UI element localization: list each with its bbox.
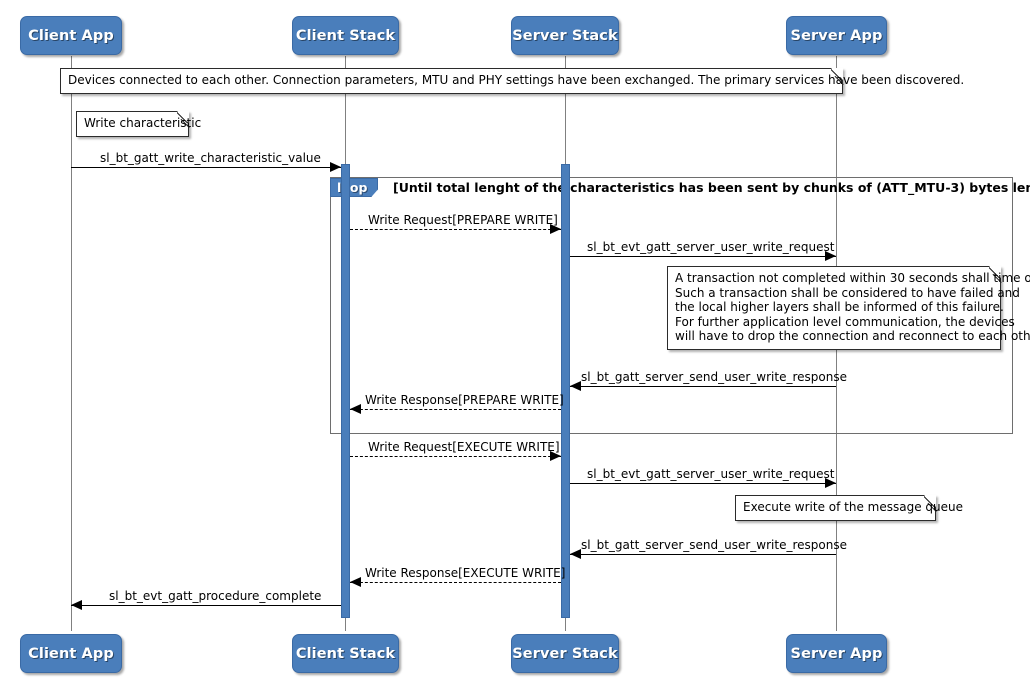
- activation-client-stack: [341, 164, 350, 618]
- message-label: sl_bt_gatt_server_send_user_write_respon…: [581, 538, 847, 552]
- message-line: [350, 456, 561, 457]
- participant-label: Server Stack: [512, 27, 618, 44]
- message-line: [350, 409, 561, 410]
- activation-server-stack: [561, 164, 570, 618]
- note-line: For further application level communicat…: [675, 314, 1015, 329]
- arrowhead-left-icon: [570, 549, 581, 559]
- loop-frame-label: loop: [330, 178, 378, 197]
- participant-label: Client Stack: [295, 27, 396, 44]
- message-label: sl_bt_evt_gatt_server_user_write_request: [587, 240, 835, 254]
- participant-footer-client-stack[interactable]: Client Stack: [292, 634, 399, 673]
- message-line: [350, 229, 561, 230]
- arrowhead-left-icon: [350, 577, 361, 587]
- arrowhead-left-icon: [71, 600, 82, 610]
- note-write-characteristic: Write characteristic: [76, 111, 202, 137]
- note-devices-connected: Devices connected to each other. Connect…: [60, 68, 965, 94]
- message-label: sl_bt_evt_gatt_procedure_complete: [109, 589, 322, 603]
- message-label: sl_bt_evt_gatt_server_user_write_request: [587, 467, 835, 481]
- note-line: Devices connected to each other. Connect…: [68, 73, 965, 87]
- participant-header-server-stack[interactable]: Server Stack: [511, 16, 619, 55]
- participant-label: Client App: [28, 645, 114, 662]
- message-label: sl_bt_gatt_write_characteristic_value: [100, 151, 321, 165]
- message-line: [570, 483, 836, 484]
- message-label: Write Response[PREPARE WRITE]: [365, 393, 564, 407]
- message-label: Write Request[EXECUTE WRITE]: [368, 440, 560, 454]
- participant-label: Server App: [790, 645, 883, 662]
- message-line: [570, 386, 836, 387]
- message-line: [350, 582, 561, 583]
- arrowhead-left-icon: [350, 404, 361, 414]
- message-label: Write Request[PREPARE WRITE]: [368, 213, 558, 227]
- participant-label: Server App: [790, 27, 883, 44]
- participant-footer-server-stack[interactable]: Server Stack: [511, 634, 619, 673]
- loop-frame-divider: [330, 433, 1013, 434]
- participant-footer-server-app[interactable]: Server App: [786, 634, 887, 673]
- sequence-diagram-canvas: loop [Until total lenght of the characte…: [0, 0, 1030, 681]
- note-transaction-timeout: A transaction not completed within 30 se…: [667, 266, 1030, 350]
- message-label: Write Response[EXECUTE WRITE]: [365, 566, 566, 580]
- note-line: A transaction not completed within 30 se…: [675, 271, 1030, 285]
- message-label: sl_bt_gatt_server_send_user_write_respon…: [581, 370, 847, 384]
- message-line: [570, 256, 836, 257]
- participant-label: Server Stack: [512, 645, 618, 662]
- participant-label: Client Stack: [295, 645, 396, 662]
- loop-frame-condition: [Until total lenght of the characteristi…: [393, 180, 1030, 195]
- message-line: [570, 554, 836, 555]
- note-line: will have to drop the connection and rec…: [675, 329, 1030, 343]
- lifeline-client-app: [71, 56, 72, 631]
- participant-header-client-stack[interactable]: Client Stack: [292, 16, 399, 55]
- note-line: the local higher layers shall be informe…: [675, 300, 1004, 314]
- participant-label: Client App: [28, 27, 114, 44]
- note-line: Such a transaction shall be considered t…: [675, 285, 1020, 300]
- note-line: Write characteristic: [84, 116, 202, 130]
- arrowhead-right-icon: [330, 162, 341, 172]
- message-line: [71, 167, 341, 168]
- message-line: [71, 605, 341, 606]
- note-execute-write: Execute write of the message queue: [735, 495, 964, 521]
- participant-header-client-app[interactable]: Client App: [20, 16, 122, 55]
- note-line: Execute write of the message queue: [743, 500, 964, 514]
- arrowhead-left-icon: [570, 381, 581, 391]
- participant-footer-client-app[interactable]: Client App: [20, 634, 122, 673]
- participant-header-server-app[interactable]: Server App: [786, 16, 887, 55]
